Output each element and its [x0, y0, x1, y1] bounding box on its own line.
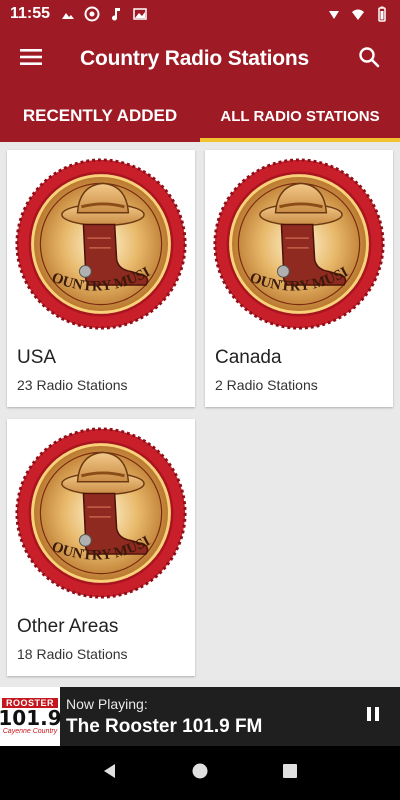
category-name: Canada [215, 347, 282, 368]
battery-icon [374, 6, 390, 22]
tab-recently-added[interactable]: RECENTLY ADDED [0, 90, 200, 142]
system-nav-bar [0, 746, 400, 800]
hamburger-menu-icon [19, 47, 43, 72]
status-time: 11:55 [10, 5, 51, 22]
menu-button[interactable] [0, 28, 62, 90]
now-playing-info: Now Playing: The Rooster 101.9 FM [66, 696, 262, 738]
home-icon[interactable] [190, 761, 210, 786]
pause-button[interactable] [346, 687, 400, 746]
app-bar: Country Radio Stations [0, 28, 400, 90]
pause-icon [364, 705, 382, 728]
category-name: Other Areas [17, 616, 119, 637]
system-status-icons [326, 6, 390, 22]
search-button[interactable] [338, 28, 400, 90]
station-logo-tagline: Cayenne Country [2, 728, 58, 735]
category-name: USA [17, 347, 57, 368]
wifi-icon [350, 6, 366, 22]
category-station-count: 2 Radio Stations [215, 377, 318, 393]
category-card-other-areas[interactable]: Other Areas 18 Radio Stations [7, 419, 195, 676]
app-title: Country Radio Stations [80, 47, 309, 70]
search-icon [358, 46, 380, 73]
country-music-badge-image [7, 419, 195, 607]
signal-icon [326, 6, 342, 22]
aperture-icon [84, 6, 100, 22]
country-music-badge-image [205, 150, 393, 338]
category-card-canada[interactable]: Canada 2 Radio Stations [205, 150, 393, 407]
category-grid: USA 23 Radio Stations Canada 2 Radio Sta… [0, 142, 400, 687]
tab-bar: RECENTLY ADDED ALL RADIO STATIONS [0, 90, 400, 142]
notification-icons [60, 6, 148, 22]
recents-icon[interactable] [280, 761, 300, 786]
music-note-icon [108, 6, 124, 22]
status-bar: 11:55 [0, 0, 400, 28]
image-icon [132, 6, 148, 22]
country-music-badge-image [7, 150, 195, 338]
back-icon[interactable] [100, 761, 120, 786]
station-logo: ROOSTER 101.9 Cayenne Country [0, 687, 62, 746]
image-icon [60, 6, 76, 22]
now-playing-bar[interactable]: ROOSTER 101.9 Cayenne Country Now Playin… [0, 687, 400, 746]
tab-all-radio-stations[interactable]: ALL RADIO STATIONS [200, 90, 400, 142]
category-station-count: 18 Radio Stations [17, 646, 128, 662]
station-logo-number: 101.9 [0, 706, 62, 730]
category-station-count: 23 Radio Stations [17, 377, 128, 393]
now-playing-station: The Rooster 101.9 FM [66, 715, 263, 737]
category-card-usa[interactable]: USA 23 Radio Stations [7, 150, 195, 407]
now-playing-label: Now Playing: [66, 695, 148, 712]
